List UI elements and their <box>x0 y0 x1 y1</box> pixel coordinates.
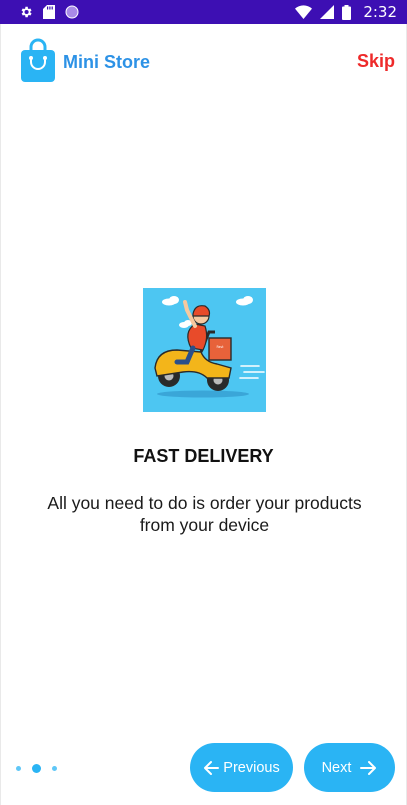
circle-notification-icon <box>65 5 79 19</box>
page-dot-1 <box>16 765 21 771</box>
sd-card-icon <box>43 5 55 19</box>
page-indicator <box>16 763 57 773</box>
app-header: Mini Store Skip <box>1 24 406 96</box>
status-time: 2:32 <box>363 3 397 21</box>
page-dot-2-active <box>32 763 41 773</box>
slide-description: All you need to do is order your product… <box>47 493 362 535</box>
next-button-label: Next <box>321 759 352 776</box>
delivery-scooter-illustration: Fast <box>143 288 266 412</box>
signal-icon <box>320 5 335 19</box>
wifi-icon <box>295 5 313 19</box>
onboarding-screen: Mini Store Skip Fast FAST DELIVERY All y… <box>0 24 407 805</box>
arrow-right-icon <box>360 760 377 776</box>
page-dot-3 <box>52 765 57 771</box>
brand: Mini Store <box>20 38 150 87</box>
app-name: Mini Store <box>63 52 151 72</box>
arrow-left-icon <box>203 760 220 776</box>
status-bar: 2:32 <box>0 0 407 24</box>
battery-icon <box>342 4 352 20</box>
status-right: 2:32 <box>295 3 397 21</box>
svg-text:Fast: Fast <box>216 345 224 349</box>
previous-button[interactable]: Previous <box>190 743 293 792</box>
status-left <box>19 5 79 19</box>
next-button[interactable]: Next <box>304 743 395 792</box>
shopping-bag-icon <box>20 38 56 87</box>
slide-title: FAST DELIVERY <box>133 446 274 466</box>
previous-button-label: Previous <box>223 759 280 776</box>
gear-icon <box>19 5 33 19</box>
skip-button[interactable]: Skip <box>357 51 395 72</box>
